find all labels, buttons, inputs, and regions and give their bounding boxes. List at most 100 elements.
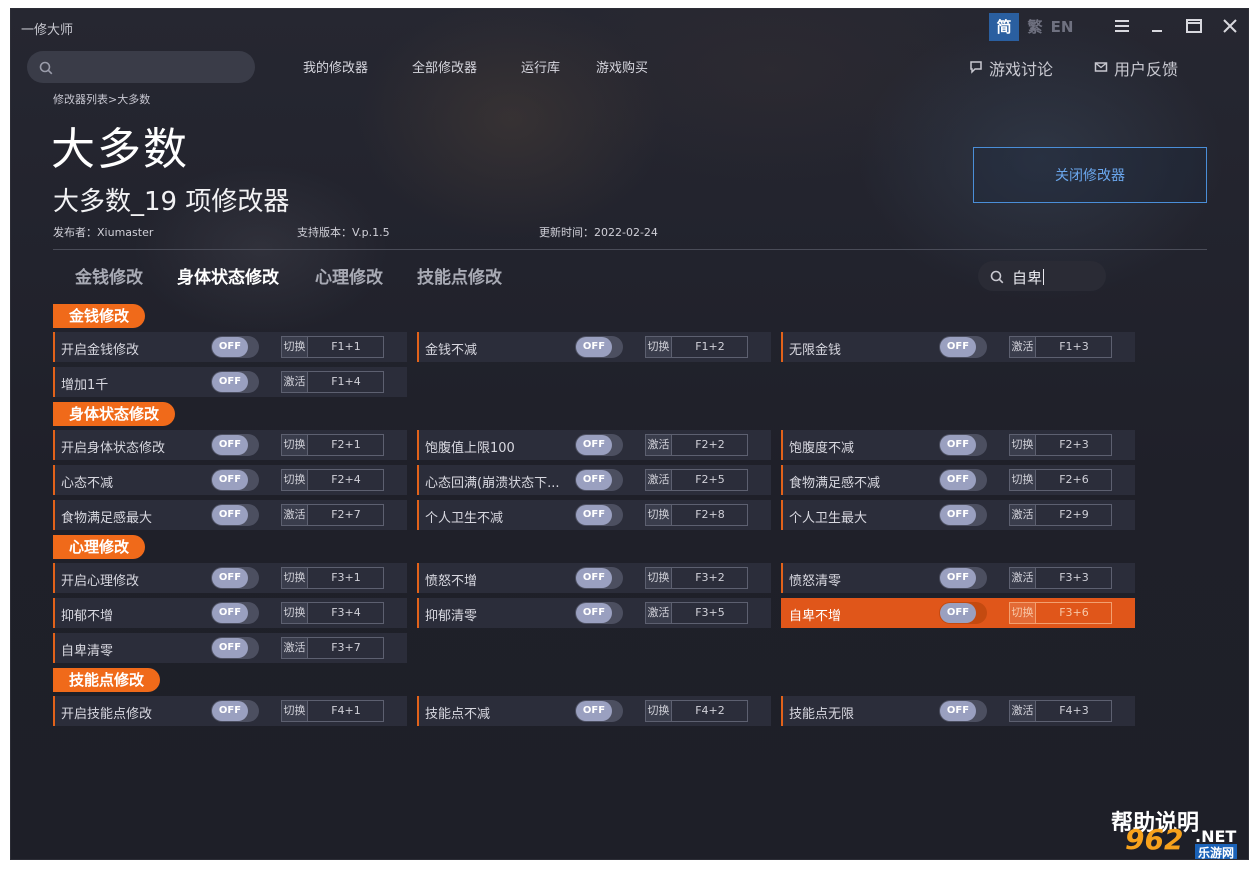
cheat-toggle[interactable]: OFF bbox=[211, 469, 259, 491]
cheat-toggle[interactable]: OFF bbox=[575, 336, 623, 358]
hotkey-box[interactable]: 激活 F2+7 bbox=[281, 504, 384, 526]
hotkey-box[interactable]: 切换 F2+3 bbox=[1009, 434, 1112, 456]
lang-traditional-button[interactable]: 繁 bbox=[1024, 13, 1046, 41]
cheat-toggle[interactable]: OFF bbox=[939, 567, 987, 589]
cheat-row[interactable]: 愤怒清零 OFF 激活 F3+3 bbox=[781, 563, 1135, 593]
cheat-row[interactable]: 心态不减 OFF 切换 F2+4 bbox=[53, 465, 407, 495]
hotkey-box[interactable]: 激活 F3+5 bbox=[645, 602, 748, 624]
hotkey-box[interactable]: 激活 F1+4 bbox=[281, 371, 384, 393]
toggle-knob: OFF bbox=[212, 568, 248, 588]
cheat-toggle[interactable]: OFF bbox=[211, 371, 259, 393]
cheat-toggle[interactable]: OFF bbox=[575, 602, 623, 624]
hotkey-box[interactable]: 激活 F2+9 bbox=[1009, 504, 1112, 526]
close-trainer-button[interactable]: 关闭修改器 bbox=[973, 147, 1207, 203]
cheat-row[interactable]: 自卑不增 OFF 切换 F3+6 bbox=[781, 598, 1135, 628]
cheat-row[interactable]: 饱腹度不减 OFF 切换 F2+3 bbox=[781, 430, 1135, 460]
cheat-row[interactable]: 增加1千 OFF 激活 F1+4 bbox=[53, 367, 407, 397]
search-input[interactable] bbox=[27, 51, 255, 83]
cheat-row[interactable]: 食物满足感最大 OFF 激活 F2+7 bbox=[53, 500, 407, 530]
cheat-toggle[interactable]: OFF bbox=[939, 434, 987, 456]
cheat-row[interactable]: 个人卫生不减 OFF 切换 F2+8 bbox=[417, 500, 771, 530]
cheat-toggle[interactable]: OFF bbox=[575, 434, 623, 456]
cheat-toggle[interactable]: OFF bbox=[211, 637, 259, 659]
hotkey-box[interactable]: 切换 F1+1 bbox=[281, 336, 384, 358]
cheat-row[interactable]: 抑郁不增 OFF 切换 F3+4 bbox=[53, 598, 407, 628]
app-title: 一修大师 bbox=[21, 23, 74, 38]
maximize-icon[interactable] bbox=[1183, 15, 1205, 37]
hotkey-box[interactable]: 切换 F2+4 bbox=[281, 469, 384, 491]
filter-input[interactable]: 自卑 bbox=[978, 261, 1106, 291]
cheat-row[interactable]: 金钱不减 OFF 切换 F1+2 bbox=[417, 332, 771, 362]
hotkey-mode: 切换 bbox=[646, 568, 672, 588]
cheat-row[interactable]: 开启身体状态修改 OFF 切换 F2+1 bbox=[53, 430, 407, 460]
close-icon[interactable] bbox=[1219, 15, 1241, 37]
nav-my-trainers[interactable]: 我的修改器 bbox=[303, 57, 368, 76]
cheat-name: 饱腹值上限100 bbox=[425, 441, 515, 456]
cheat-row[interactable]: 开启心理修改 OFF 切换 F3+1 bbox=[53, 563, 407, 593]
cheat-toggle[interactable]: OFF bbox=[939, 700, 987, 722]
cheat-toggle[interactable]: OFF bbox=[575, 504, 623, 526]
lang-simplified-button[interactable]: 简 bbox=[989, 13, 1019, 41]
tab-money[interactable]: 金钱修改 bbox=[75, 263, 143, 288]
hotkey-box[interactable]: 激活 F3+7 bbox=[281, 637, 384, 659]
cheat-row[interactable]: 技能点不减 OFF 切换 F4+2 bbox=[417, 696, 771, 726]
tab-body-status[interactable]: 身体状态修改 bbox=[177, 263, 279, 288]
cheat-row[interactable]: 开启金钱修改 OFF 切换 F1+1 bbox=[53, 332, 407, 362]
hotkey-box[interactable]: 激活 F2+5 bbox=[645, 469, 748, 491]
cheat-row[interactable]: 开启技能点修改 OFF 切换 F4+1 bbox=[53, 696, 407, 726]
hotkey-box[interactable]: 切换 F3+2 bbox=[645, 567, 748, 589]
hotkey-box[interactable]: 切换 F4+1 bbox=[281, 700, 384, 722]
cheat-row[interactable]: 食物满足感不减 OFF 切换 F2+6 bbox=[781, 465, 1135, 495]
lang-english-button[interactable]: EN bbox=[1049, 13, 1075, 41]
hotkey-mode: 激活 bbox=[646, 603, 672, 623]
cheat-toggle[interactable]: OFF bbox=[939, 504, 987, 526]
cheat-row[interactable]: 心态回满(崩溃状态下... OFF 激活 F2+5 bbox=[417, 465, 771, 495]
cheat-toggle[interactable]: OFF bbox=[575, 700, 623, 722]
cheat-toggle[interactable]: OFF bbox=[211, 434, 259, 456]
cheat-toggle[interactable]: OFF bbox=[575, 469, 623, 491]
nav-runtime-library[interactable]: 运行库 bbox=[521, 57, 560, 76]
cheat-toggle[interactable]: OFF bbox=[939, 469, 987, 491]
hotkey-box[interactable]: 切换 F2+1 bbox=[281, 434, 384, 456]
cheat-toggle[interactable]: OFF bbox=[211, 504, 259, 526]
game-discussion-link[interactable]: 游戏讨论 bbox=[969, 56, 1053, 80]
cheat-row[interactable]: 饱腹值上限100 OFF 激活 F2+2 bbox=[417, 430, 771, 460]
hotkey-box[interactable]: 切换 F1+2 bbox=[645, 336, 748, 358]
nav-all-trainers[interactable]: 全部修改器 bbox=[412, 57, 477, 76]
cheat-row[interactable]: 技能点无限 OFF 激活 F4+3 bbox=[781, 696, 1135, 726]
minimize-icon[interactable] bbox=[1146, 15, 1168, 37]
breadcrumb[interactable]: 修改器列表>大多数 bbox=[53, 91, 150, 107]
cheat-toggle[interactable]: OFF bbox=[939, 336, 987, 358]
cheat-row[interactable]: 抑郁清零 OFF 激活 F3+5 bbox=[417, 598, 771, 628]
hotkey-box[interactable]: 切换 F3+1 bbox=[281, 567, 384, 589]
hotkey-box[interactable]: 切换 F2+8 bbox=[645, 504, 748, 526]
cheat-name: 自卑清零 bbox=[61, 644, 114, 659]
cheat-row[interactable]: 无限金钱 OFF 激活 F1+3 bbox=[781, 332, 1135, 362]
menu-icon[interactable] bbox=[1111, 15, 1133, 37]
hotkey-box[interactable]: 激活 F2+2 bbox=[645, 434, 748, 456]
tab-skill-points[interactable]: 技能点修改 bbox=[417, 263, 502, 288]
user-feedback-link[interactable]: 用户反馈 bbox=[1094, 56, 1178, 80]
hotkey-box[interactable]: 切换 F4+2 bbox=[645, 700, 748, 722]
hotkey-box[interactable]: 激活 F1+3 bbox=[1009, 336, 1112, 358]
hotkey-box[interactable]: 切换 F3+6 bbox=[1009, 602, 1112, 624]
cheat-row[interactable]: 愤怒不增 OFF 切换 F3+2 bbox=[417, 563, 771, 593]
cheat-row[interactable]: 个人卫生最大 OFF 激活 F2+9 bbox=[781, 500, 1135, 530]
cheat-row[interactable]: 自卑清零 OFF 激活 F3+7 bbox=[53, 633, 407, 663]
cheat-name: 自卑不增 bbox=[789, 609, 842, 624]
hotkey-box[interactable]: 激活 F3+3 bbox=[1009, 567, 1112, 589]
hotkey-box[interactable]: 切换 F3+4 bbox=[281, 602, 384, 624]
hotkey-box[interactable]: 切换 F2+6 bbox=[1009, 469, 1112, 491]
cheat-toggle[interactable]: OFF bbox=[211, 602, 259, 624]
cheat-toggle[interactable]: OFF bbox=[211, 336, 259, 358]
cheat-toggle[interactable]: OFF bbox=[211, 700, 259, 722]
nav-game-purchase[interactable]: 游戏购买 bbox=[596, 57, 648, 76]
hotkey-key: F3+3 bbox=[1059, 571, 1089, 584]
page-title: 大多数 bbox=[51, 124, 189, 175]
hotkey-box[interactable]: 激活 F4+3 bbox=[1009, 700, 1112, 722]
cheat-toggle[interactable]: OFF bbox=[211, 567, 259, 589]
tab-psychology[interactable]: 心理修改 bbox=[315, 263, 383, 288]
cheat-toggle[interactable]: OFF bbox=[575, 567, 623, 589]
hotkey-key: F3+5 bbox=[695, 606, 725, 619]
cheat-toggle[interactable]: OFF bbox=[939, 602, 987, 624]
